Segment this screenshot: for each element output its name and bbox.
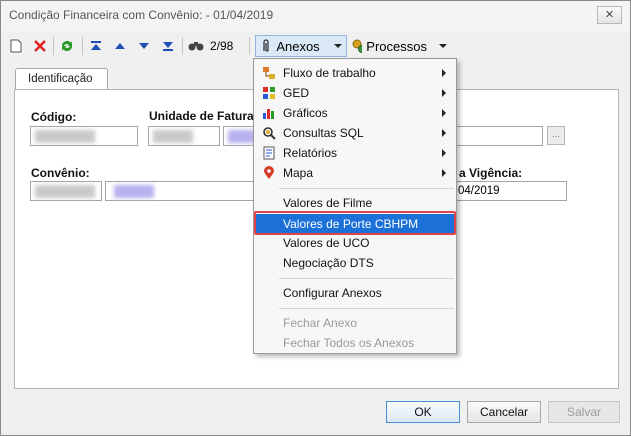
submenu-arrow-icon [442, 109, 446, 117]
menu-item-configurar-anexos[interactable]: Configurar Anexos [256, 283, 454, 303]
processos-label: Processos [366, 38, 427, 54]
menu-item-fluxo-de-trabalho[interactable]: Fluxo de trabalho [256, 63, 454, 83]
redacted-value [35, 130, 95, 143]
submenu-arrow-icon [442, 89, 446, 97]
highlight-annotation [254, 211, 456, 235]
report-icon [263, 146, 275, 160]
anexos-dropdown-menu: Fluxo de trabalho GED Gráficos Consultas… [253, 58, 457, 354]
menu-item-consultas-sql[interactable]: Consultas SQL [256, 123, 454, 143]
convenio-code-field[interactable] [30, 181, 102, 201]
redacted-value [35, 185, 95, 198]
menu-item-label: Mapa [283, 166, 314, 180]
menu-item-label: Fechar Todos os Anexos [283, 336, 415, 350]
vigencia-value: 04/2019 [458, 185, 500, 197]
unidade-lookup-button[interactable]: ... [547, 126, 565, 145]
last-record-button[interactable] [159, 35, 177, 57]
new-record-button[interactable] [7, 35, 25, 57]
dropdown-arrow-icon [333, 44, 342, 48]
convenio-name-field[interactable] [105, 181, 255, 201]
close-icon[interactable]: ✕ [605, 9, 614, 21]
delete-button[interactable] [31, 35, 49, 57]
menu-item-relatorios[interactable]: Relatórios [256, 143, 454, 163]
tab-identificacao[interactable]: Identificação [15, 68, 108, 90]
menu-separator [279, 308, 454, 309]
menu-item-label: Fechar Anexo [283, 316, 358, 330]
unidade-faturamento-label: Unidade de Faturam [149, 109, 265, 123]
toolbar-separator [53, 37, 54, 55]
ged-icon [263, 87, 275, 99]
submenu-arrow-icon [442, 129, 446, 137]
menu-item-label: Consultas SQL [283, 126, 364, 140]
menu-item-valores-de-filme[interactable]: Valores de Filme [256, 193, 454, 213]
arrow-down-icon [139, 43, 149, 49]
menu-item-negociacao-dts[interactable]: Negociação DTS [256, 253, 454, 273]
submenu-arrow-icon [442, 69, 446, 77]
vigencia-field[interactable]: 04/2019 [453, 181, 567, 201]
workflow-icon [263, 67, 275, 79]
last-record-icon [163, 42, 173, 51]
vigencia-label: a Vigência: [459, 166, 523, 180]
sql-query-icon [263, 127, 276, 140]
codigo-field[interactable] [30, 126, 138, 146]
menu-item-fechar-todos-os-anexos[interactable]: Fechar Todos os Anexos [256, 333, 454, 353]
unidade-code-field[interactable] [148, 126, 220, 146]
next-record-button[interactable] [135, 35, 153, 57]
tab-label: Identificação [28, 73, 93, 85]
menu-item-label: Gráficos [283, 106, 328, 120]
menu-item-graficos[interactable]: Gráficos [256, 103, 454, 123]
window-title: Condição Financeira com Convênio: - 01/0… [9, 8, 274, 22]
toolbar-separator [182, 37, 183, 55]
menu-item-valores-de-uco[interactable]: Valores de UCO [256, 233, 454, 253]
save-button[interactable]: Salvar [548, 401, 620, 423]
redacted-value [114, 185, 154, 198]
map-pin-icon [264, 166, 274, 179]
processos-button[interactable]: Processos [351, 35, 447, 57]
title-bar: Condição Financeira com Convênio: - 01/0… [1, 1, 630, 31]
arrow-up-icon [115, 43, 125, 49]
dropdown-arrow-icon [439, 44, 447, 48]
find-button[interactable] [187, 35, 205, 57]
submenu-arrow-icon [442, 149, 446, 157]
menu-item-label: Fluxo de trabalho [283, 66, 376, 80]
refresh-button[interactable] [57, 35, 77, 57]
record-counter: 2/98 [210, 39, 234, 53]
delete-x-icon [34, 40, 46, 52]
refresh-icon [62, 41, 72, 51]
menu-item-mapa[interactable]: Mapa [256, 163, 454, 183]
close-button[interactable]: ✕ [597, 6, 622, 24]
redacted-value [153, 130, 193, 143]
ok-button[interactable]: OK [386, 401, 460, 423]
new-document-icon [10, 39, 22, 53]
paperclip-icon [263, 39, 269, 52]
menu-item-fechar-anexo[interactable]: Fechar Anexo [256, 313, 454, 333]
anexos-button[interactable]: Anexos [255, 35, 347, 57]
menu-item-label: GED [283, 86, 310, 100]
menu-item-label: Negociação DTS [283, 256, 374, 270]
menu-item-label: Valores de UCO [283, 236, 370, 250]
chart-icon [263, 109, 274, 119]
binoculars-icon [188, 42, 204, 51]
first-record-icon [91, 41, 101, 50]
menu-item-label: Relatórios [283, 146, 338, 160]
toolbar: 2/98 Anexos Processos [5, 33, 626, 59]
gears-icon [352, 39, 363, 53]
first-record-button[interactable] [87, 35, 105, 57]
convenio-label: Convênio: [31, 166, 90, 180]
toolbar-separator [249, 37, 250, 55]
submenu-arrow-icon [442, 169, 446, 177]
menu-item-label: Configurar Anexos [283, 286, 382, 300]
cancel-button[interactable]: Cancelar [467, 401, 541, 423]
toolbar-separator [82, 37, 83, 55]
menu-separator [279, 278, 454, 279]
menu-item-label: Valores de Filme [283, 196, 373, 210]
menu-separator [279, 188, 454, 189]
menu-item-ged[interactable]: GED [256, 83, 454, 103]
previous-record-button[interactable] [111, 35, 129, 57]
anexos-label: Anexos [276, 38, 320, 54]
codigo-label: Código: [31, 110, 77, 124]
